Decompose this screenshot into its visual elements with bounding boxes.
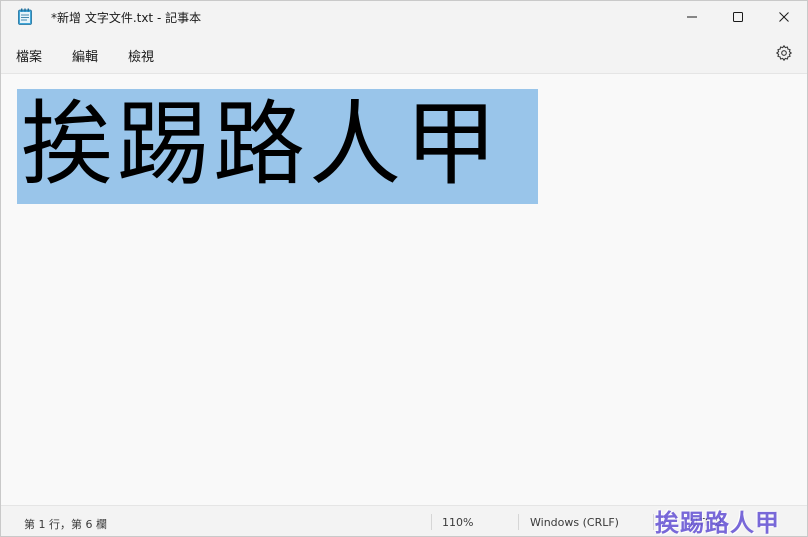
status-divider bbox=[431, 514, 432, 530]
cursor-position: 第 1 行，第 6 欄 bbox=[24, 518, 107, 531]
zoom-level[interactable]: 110% bbox=[442, 516, 473, 529]
status-bar: 第 1 行，第 6 欄 110% Windows (CRLF) UTF-8 挨踢… bbox=[1, 505, 807, 537]
title-bar[interactable]: *新增 文字文件.txt - 記事本 bbox=[1, 1, 807, 33]
minimize-icon bbox=[687, 16, 697, 18]
gear-icon[interactable] bbox=[775, 44, 793, 62]
status-divider bbox=[518, 514, 519, 530]
watermark: 挨踢路人甲 bbox=[655, 509, 780, 537]
minimize-button[interactable] bbox=[669, 1, 715, 33]
menu-file[interactable]: 檔案 bbox=[16, 46, 42, 65]
menu-edit[interactable]: 編輯 bbox=[72, 46, 98, 65]
notepad-window: *新增 文字文件.txt - 記事本 檔案 編輯 檢視 挨踢路人甲 第 1 行，… bbox=[0, 0, 808, 537]
close-button[interactable] bbox=[761, 1, 807, 33]
text-selection: 挨踢路人甲 bbox=[17, 89, 538, 204]
close-icon bbox=[779, 12, 789, 22]
notepad-icon bbox=[18, 8, 32, 25]
status-divider bbox=[653, 514, 654, 530]
text-editor[interactable]: 挨踢路人甲 bbox=[1, 74, 807, 505]
window-title: *新增 文字文件.txt - 記事本 bbox=[51, 11, 202, 25]
maximize-icon bbox=[733, 12, 743, 22]
line-ending[interactable]: Windows (CRLF) bbox=[530, 516, 619, 529]
maximize-button[interactable] bbox=[715, 1, 761, 33]
menu-bar: 檔案 編輯 檢視 bbox=[1, 33, 807, 74]
menu-view[interactable]: 檢視 bbox=[128, 46, 154, 65]
editor-content: 挨踢路人甲 bbox=[21, 91, 502, 198]
